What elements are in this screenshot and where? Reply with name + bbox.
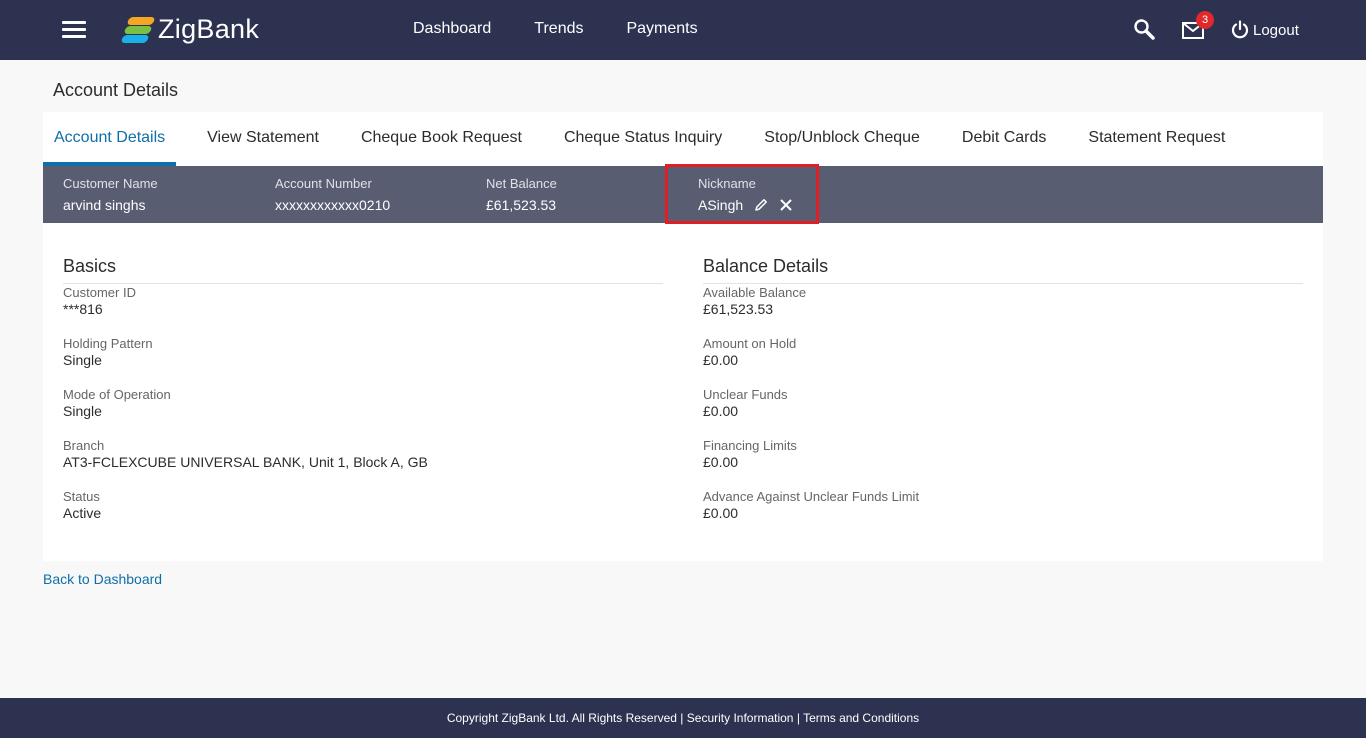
balance-details-title: Balance Details [703, 256, 1303, 284]
tab-cheque-status-inquiry[interactable]: Cheque Status Inquiry [553, 112, 733, 166]
tab-account-details[interactable]: Account Details [43, 112, 177, 166]
field-value: Active [63, 505, 102, 521]
field-value: Single [63, 403, 102, 419]
nav-payments[interactable]: Payments [626, 20, 697, 38]
logout-button[interactable]: Logout [1230, 20, 1299, 40]
field-value: £0.00 [703, 454, 739, 470]
logout-label: Logout [1253, 21, 1299, 39]
field-value: £61,523.53 [703, 301, 774, 317]
net-balance-label: Net Balance [486, 176, 557, 191]
nickname-label: Nickname [698, 176, 756, 191]
available-balance-field: Available Balance £61,523.53 [703, 285, 1303, 336]
top-header: ZigBank Dashboard Trends Payments 3 Logo… [0, 0, 1366, 60]
footer-separator: | [796, 711, 800, 725]
terms-and-conditions-link[interactable]: Terms and Conditions [803, 711, 919, 725]
customer-name-value: arvind singhs [63, 197, 146, 213]
field-value: £0.00 [703, 403, 739, 419]
field-value: £0.00 [703, 352, 739, 368]
customer-name-block: Customer Name arvind singhs [63, 176, 158, 213]
nickname-value: ASingh [698, 197, 744, 213]
financing-limits-field: Financing Limits £0.00 [703, 438, 1303, 489]
field-label: Amount on Hold [703, 336, 797, 351]
net-balance-block: Net Balance £61,523.53 [486, 176, 557, 213]
tab-stop-unblock-cheque[interactable]: Stop/Unblock Cheque [753, 112, 931, 166]
nav-dashboard[interactable]: Dashboard [413, 20, 491, 38]
unclear-funds-field: Unclear Funds £0.00 [703, 387, 1303, 438]
holding-pattern-field: Holding Pattern Single [63, 336, 663, 387]
search-icon[interactable] [1133, 18, 1155, 45]
brand-name: ZigBank [158, 14, 260, 44]
field-label: Holding Pattern [63, 336, 153, 351]
tab-view-statement[interactable]: View Statement [196, 112, 330, 166]
account-number-label: Account Number [275, 176, 372, 191]
zigbank-logo[interactable]: ZigBank [120, 14, 260, 45]
account-details-panel: Account Details View Statement Cheque Bo… [43, 112, 1323, 561]
field-label: Financing Limits [703, 438, 797, 453]
copyright-text: Copyright ZigBank Ltd. All Rights Reserv… [446, 711, 677, 725]
customer-id-field: Customer ID ***816 [63, 285, 663, 336]
field-value: Single [63, 352, 102, 368]
basics-section: Basics Customer ID ***816 Holding Patter… [63, 256, 663, 540]
close-icon[interactable] [779, 198, 793, 212]
power-icon [1231, 20, 1249, 39]
mail-badge: 3 [1196, 11, 1214, 29]
customer-name-label: Customer Name [63, 176, 158, 191]
advance-against-unclear-funds-field: Advance Against Unclear Funds Limit £0.0… [703, 489, 1303, 540]
footer: Copyright ZigBank Ltd. All Rights Reserv… [0, 698, 1366, 738]
tab-debit-cards[interactable]: Debit Cards [951, 112, 1057, 166]
page-title: Account Details [53, 80, 179, 100]
field-value: ***816 [63, 301, 103, 317]
nickname-block: Nickname ASingh [698, 176, 793, 213]
basics-fields: Customer ID ***816 Holding Pattern Singl… [63, 284, 663, 540]
basics-title: Basics [63, 256, 663, 284]
tab-statement-request[interactable]: Statement Request [1077, 112, 1236, 166]
balance-fields: Available Balance £61,523.53 Amount on H… [703, 284, 1303, 540]
nav-trends[interactable]: Trends [534, 20, 583, 38]
balance-details-section: Balance Details Available Balance £61,52… [703, 256, 1303, 540]
mode-of-operation-field: Mode of Operation Single [63, 387, 663, 438]
logo-mark-icon [120, 15, 156, 45]
account-number-value: xxxxxxxxxxxx0210 [275, 197, 391, 213]
menu-icon[interactable] [62, 21, 86, 39]
edit-pencil-icon[interactable] [754, 198, 768, 212]
status-field: Status Active [63, 489, 663, 540]
tab-bar: Account Details View Statement Cheque Bo… [43, 112, 1323, 166]
field-label: Branch [63, 438, 105, 453]
tab-cheque-book-request[interactable]: Cheque Book Request [350, 112, 533, 166]
field-label: Status [63, 489, 100, 504]
amount-on-hold-field: Amount on Hold £0.00 [703, 336, 1303, 387]
field-value: AT3-FCLEXCUBE UNIVERSAL BANK, Unit 1, Bl… [63, 454, 428, 470]
field-label: Advance Against Unclear Funds Limit [703, 489, 920, 504]
field-value: £0.00 [703, 505, 739, 521]
main-nav: Dashboard Trends Payments [413, 20, 741, 38]
field-label: Customer ID [63, 285, 136, 300]
nickname-row: ASingh [698, 197, 793, 213]
branch-field: Branch AT3-FCLEXCUBE UNIVERSAL BANK, Uni… [63, 438, 663, 489]
net-balance-value: £61,523.53 [486, 197, 557, 213]
back-to-dashboard-link[interactable]: Back to Dashboard [43, 571, 162, 587]
account-number-block: Account Number xxxxxxxxxxxx0210 [275, 176, 390, 213]
footer-separator: | [680, 711, 684, 725]
field-label: Mode of Operation [63, 387, 171, 402]
security-information-link[interactable]: Security Information [687, 711, 794, 725]
account-summary-bar: Customer Name arvind singhs Account Numb… [43, 164, 1323, 224]
field-label: Unclear Funds [703, 387, 788, 402]
field-label: Available Balance [703, 285, 807, 300]
